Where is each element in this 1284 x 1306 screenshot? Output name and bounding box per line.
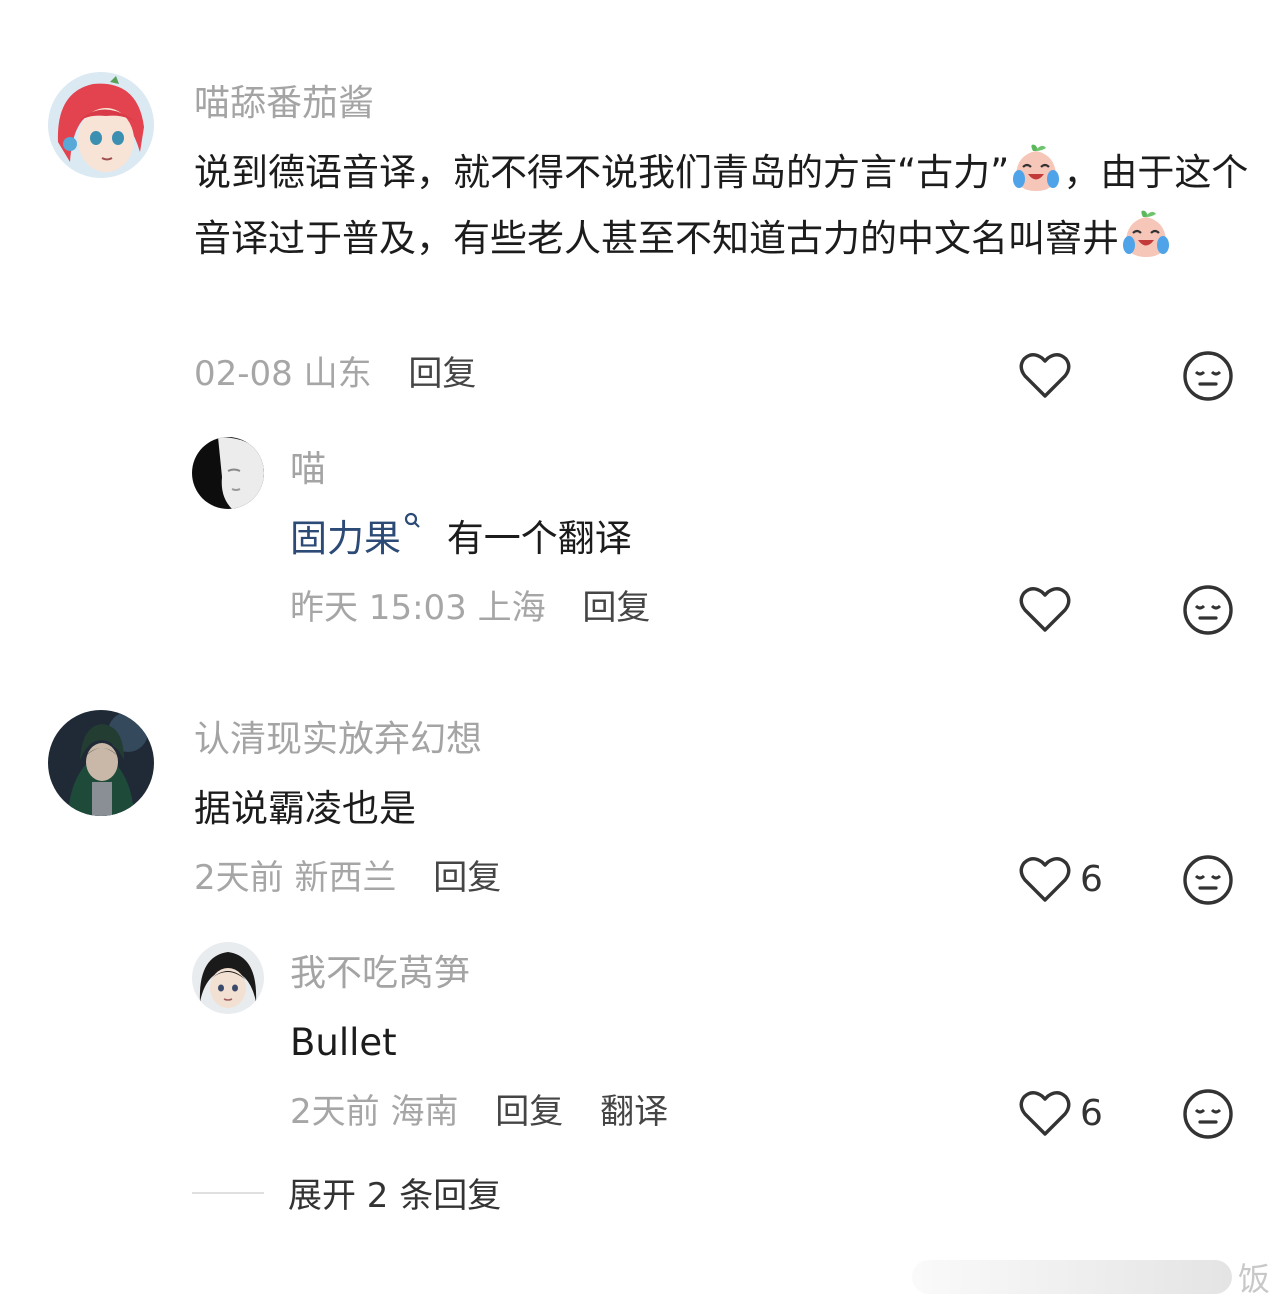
like-count: 6 <box>1080 858 1103 900</box>
avatar[interactable] <box>192 437 264 509</box>
reply-button[interactable]: 回复 <box>582 588 650 628</box>
translate-button[interactable]: 翻译 <box>600 1092 668 1132</box>
neutral-face-icon <box>1183 585 1233 635</box>
reply-button[interactable]: 回复 <box>408 354 476 394</box>
search-icon <box>404 512 420 528</box>
location: 新西兰 <box>294 858 397 898</box>
expand-replies-label: 展开 2 条回复 <box>288 1176 502 1216</box>
comment-meta: 2天前 新西兰 回复 <box>194 854 501 902</box>
watermark: 饭 <box>911 1254 1270 1300</box>
username[interactable]: 喵 <box>290 446 326 494</box>
heart-outline-icon <box>1019 353 1071 398</box>
neutral-face-icon <box>1183 351 1233 401</box>
comment-text: Bullet <box>290 1021 397 1064</box>
comment-text: 据说霸凌也是 <box>194 787 416 830</box>
like-button[interactable]: 6 <box>1018 1088 1103 1138</box>
crying-laughing-peach-emoji-2 <box>1123 210 1169 257</box>
comment-text: 固力果 有一个翻译 <box>290 506 1190 572</box>
watermark-bar <box>911 1260 1232 1294</box>
location: 山东 <box>303 354 372 394</box>
watermark-text: 饭 <box>1237 1260 1270 1298</box>
username[interactable]: 喵舔番茄酱 <box>194 80 374 128</box>
comment-meta: 2天前 海南 回复 翻译 <box>290 1088 668 1136</box>
divider <box>192 1191 264 1194</box>
heart-outline-icon <box>1019 1091 1071 1136</box>
comment-text-body: 有一个翻译 <box>446 517 632 560</box>
search-link[interactable]: 固力果 <box>290 517 401 560</box>
like-button[interactable] <box>1018 584 1080 634</box>
neutral-face-icon <box>1183 855 1233 905</box>
comment-meta: 02-08 山东 回复 <box>194 350 476 398</box>
dislike-button[interactable] <box>1182 350 1234 402</box>
comment-text-part1: 说到德语音译，就不得不说我们青岛的方言“古力” <box>194 151 1010 194</box>
dislike-button[interactable] <box>1182 1088 1234 1140</box>
comment-text: 说到德语音译，就不得不说我们青岛的方言“古力” ，由于这个音译过于普及，有些老人甚… <box>194 140 1254 272</box>
avatar[interactable] <box>48 72 154 178</box>
location: 海南 <box>390 1092 459 1132</box>
avatar[interactable] <box>192 942 264 1014</box>
heart-outline-icon <box>1019 587 1071 632</box>
username[interactable]: 我不吃莴笋 <box>290 950 470 998</box>
avatar[interactable] <box>48 710 154 816</box>
timestamp: 02-08 <box>194 354 293 394</box>
timestamp: 昨天 15:03 <box>290 588 467 628</box>
heart-outline-icon <box>1019 857 1071 902</box>
dislike-button[interactable] <box>1182 584 1234 636</box>
username[interactable]: 认清现实放弃幻想 <box>194 716 482 764</box>
expand-replies-button[interactable]: 展开 2 条回复 <box>192 1168 501 1217</box>
like-count: 6 <box>1080 1092 1103 1134</box>
dislike-button[interactable] <box>1182 854 1234 906</box>
crying-laughing-peach-emoji <box>1013 144 1060 191</box>
timestamp: 2天前 <box>290 1092 380 1132</box>
location: 上海 <box>477 588 546 628</box>
like-button[interactable]: 6 <box>1018 854 1103 904</box>
timestamp: 2天前 <box>194 858 284 898</box>
like-button[interactable] <box>1018 350 1080 400</box>
reply-button[interactable]: 回复 <box>495 1092 563 1132</box>
comment-meta: 昨天 15:03 上海 回复 <box>290 584 650 632</box>
reply-button[interactable]: 回复 <box>433 858 501 898</box>
neutral-face-icon <box>1183 1089 1233 1139</box>
